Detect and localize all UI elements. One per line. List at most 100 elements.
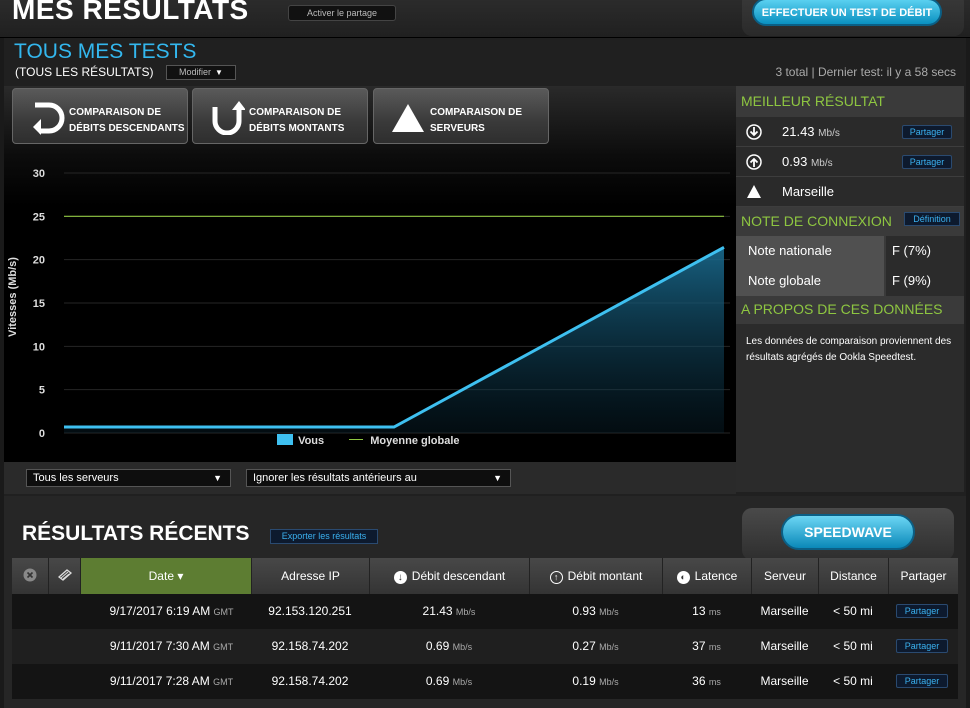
row-latency-unit: ms	[708, 607, 721, 617]
triangle-icon	[392, 104, 424, 132]
tab-upload-comparison[interactable]: COMPARAISON DE DÉBITS MONTANTS	[192, 88, 368, 144]
row-timezone: GMT	[213, 677, 234, 687]
y-tick-label: 30	[33, 168, 45, 180]
best-download-unit: Mb/s	[818, 128, 840, 139]
recent-results-title: RÉSULTATS RÉCENTS	[22, 522, 250, 545]
download-icon: ↓	[393, 571, 407, 584]
y-tick-label: 5	[39, 385, 45, 397]
row-speed-unit: Mb/s	[599, 677, 619, 687]
close-icon	[23, 568, 37, 582]
select-column-header[interactable]	[48, 558, 80, 594]
download-column-header[interactable]: ↓ Débit descendant	[369, 558, 529, 594]
upload-icon	[746, 154, 762, 170]
row-share-button[interactable]: Partager	[896, 674, 948, 688]
speedwave-button[interactable]: SPEEDWAVE	[781, 514, 915, 550]
cell-date: 9/17/2017 6:19 AM GMT	[80, 594, 263, 629]
tab-label-line1: COMPARAISON DE	[69, 107, 162, 118]
row-share-button[interactable]: Partager	[896, 604, 948, 618]
cell-ip: 92.153.120.251	[268, 604, 352, 618]
best-download-value: 21.43 Mb/s	[782, 124, 840, 139]
tests-title: TOUS MES TESTS	[14, 40, 197, 63]
cell-date: 9/11/2017 7:28 AM GMT	[80, 664, 263, 699]
y-tick-label: 20	[33, 255, 45, 267]
share-toggle[interactable]: Activer le partage	[288, 5, 396, 21]
share-upload-button[interactable]: Partager	[902, 155, 952, 169]
cell-server: Marseille	[760, 639, 809, 653]
row-download: 0.69	[425, 674, 450, 688]
y-tick-label: 25	[33, 211, 45, 223]
tab-download-comparison[interactable]: COMPARAISON DE DÉBITS DESCENDANTS	[12, 88, 188, 144]
export-results-button[interactable]: Exporter les résultats	[270, 529, 378, 544]
tab-label-line2: DÉBITS DESCENDANTS	[69, 123, 185, 134]
page-title: MES RÉSULTATS	[12, 0, 249, 25]
share-column-header: Partager	[888, 558, 958, 594]
date-filter-select[interactable]: Ignorer les résultats antérieurs au ▼	[246, 469, 511, 487]
legend-swatch-average	[349, 439, 364, 440]
cell-server: Marseille	[760, 674, 809, 688]
definition-button[interactable]: Définition	[904, 212, 960, 226]
cell-ip: 92.158.74.202	[271, 674, 349, 688]
cell-upload: 0.19 Mb/s	[529, 664, 662, 699]
chart-legend: Vous Moyenne globale	[277, 434, 460, 447]
upload-column-label: Débit montant	[567, 569, 643, 583]
cell-download: 21.43 Mb/s	[369, 594, 529, 629]
row-latency: 13	[692, 604, 706, 618]
legend-you-label: Vous	[298, 435, 325, 447]
dropdown-arrow-icon: ▼	[493, 473, 502, 483]
row-upload: 0.27	[572, 639, 596, 653]
table-row[interactable]: 9/11/2017 7:28 AM GMT 92.158.74.202 0.69…	[12, 664, 958, 699]
national-grade-value: F (7%)	[886, 236, 964, 266]
latency-icon: ◐	[676, 571, 690, 584]
table-row[interactable]: 9/11/2017 7:30 AM GMT 92.158.74.202 0.69…	[12, 629, 958, 664]
delete-column-header[interactable]	[12, 558, 48, 594]
best-upload-value: 0.93 Mb/s	[782, 154, 833, 169]
best-server-value: Marseille	[782, 184, 835, 199]
row-speed-unit: Mb/s	[452, 677, 473, 687]
latency-column-header[interactable]: ◐ Latence	[662, 558, 751, 594]
row-latency-unit: ms	[708, 642, 721, 652]
row-timezone: GMT	[213, 607, 234, 617]
y-tick-label: 10	[33, 341, 45, 353]
layers-icon	[57, 569, 72, 581]
best-server-row	[736, 177, 964, 207]
date-filter-value: Ignorer les résultats antérieurs au	[253, 472, 417, 484]
best-result-title: MEILLEUR RÉSULTAT	[741, 93, 885, 109]
row-download: 0.69	[425, 639, 450, 653]
table-row[interactable]: 9/17/2017 6:19 AM GMT 92.153.120.251 21.…	[12, 594, 958, 629]
tab-server-comparison[interactable]: COMPARAISON DE SERVEURS	[373, 88, 549, 144]
legend-average-label: Moyenne globale	[370, 435, 460, 447]
upload-icon: ↑	[549, 571, 563, 584]
tab-label-line2: SERVEURS	[430, 123, 485, 134]
speed-chart: Vitesses (Mb/s) 30 25 20 15 10 5 0	[7, 168, 730, 440]
cell-ip: 92.158.74.202	[271, 639, 349, 653]
server-icon	[747, 185, 761, 198]
download-icon	[746, 124, 762, 140]
row-download: 21.43	[422, 604, 453, 618]
row-upload: 0.19	[572, 674, 596, 688]
server-column-header[interactable]: Serveur	[751, 558, 818, 594]
row-speed-unit: Mb/s	[599, 607, 619, 617]
run-test-button[interactable]: EFFECTUER UN TEST DE DÉBIT	[752, 0, 942, 26]
cell-upload: 0.27 Mb/s	[529, 629, 662, 664]
cell-latency: 13 ms	[662, 594, 751, 629]
best-download-number: 21.43	[782, 124, 815, 139]
server-filter-value: Tous les serveurs	[33, 472, 119, 484]
share-download-button[interactable]: Partager	[902, 125, 952, 139]
server-filter-select[interactable]: Tous les serveurs ▼	[26, 469, 231, 487]
cell-download: 0.69 Mb/s	[369, 629, 529, 664]
row-latency: 36	[692, 674, 706, 688]
cell-latency: 37 ms	[662, 629, 751, 664]
modify-dropdown[interactable]: Modifier ▼	[166, 65, 236, 80]
ip-column-header[interactable]: Adresse IP	[251, 558, 369, 594]
about-text: Les données de comparaison proviennent d…	[746, 336, 952, 363]
distance-column-header[interactable]: Distance	[818, 558, 888, 594]
upload-column-header[interactable]: ↑ Débit montant	[529, 558, 662, 594]
download-column-label: Débit descendant	[411, 569, 506, 583]
row-upload: 0.93	[572, 604, 596, 618]
date-column-header[interactable]: Date ▾	[80, 558, 251, 594]
row-share-button[interactable]: Partager	[896, 639, 948, 653]
national-grade-label: Note nationale	[736, 236, 884, 266]
row-date: 9/11/2017 7:28 AM	[109, 674, 210, 688]
tab-label-line1: COMPARAISON DE	[249, 107, 342, 118]
download-compare-icon	[33, 102, 65, 135]
